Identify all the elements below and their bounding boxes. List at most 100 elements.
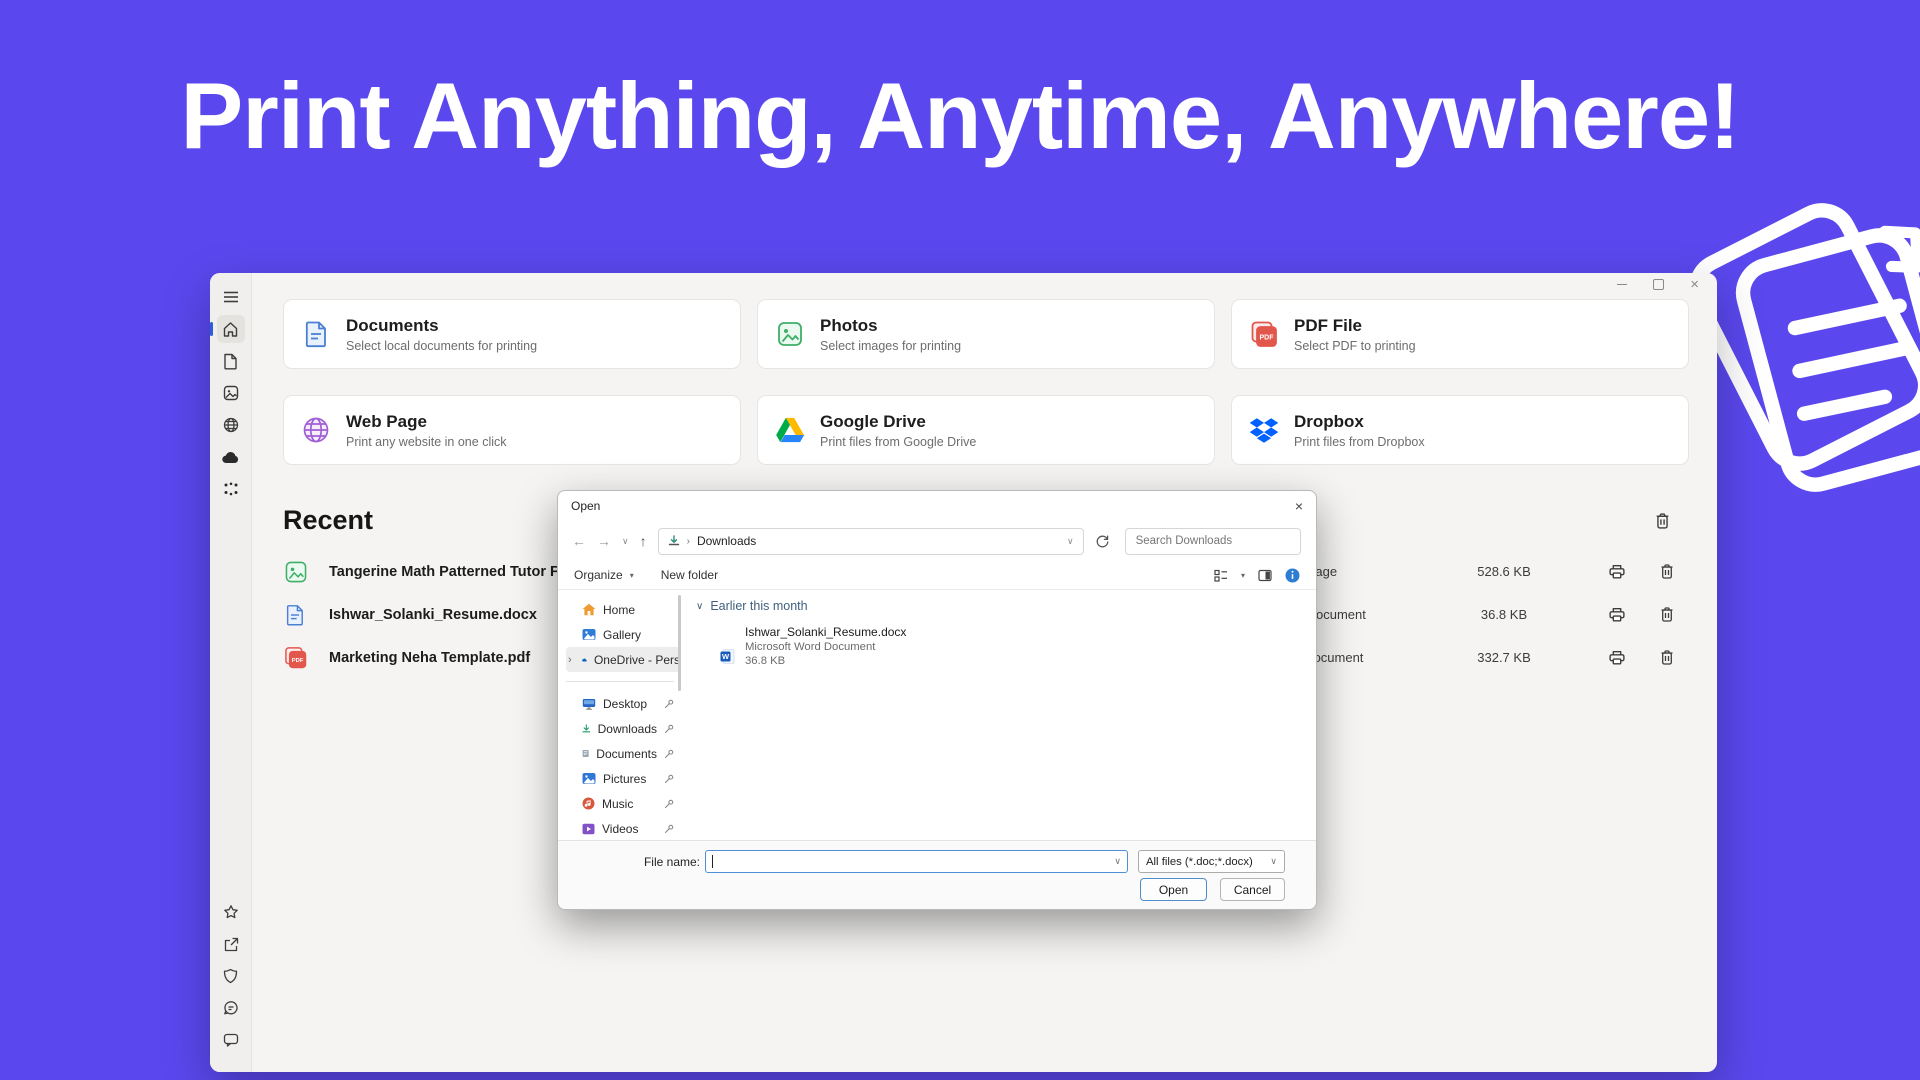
sidebar-item-home[interactable] bbox=[217, 315, 245, 343]
details-view-icon[interactable] bbox=[1214, 569, 1228, 582]
filename-input[interactable]: ∨ bbox=[705, 850, 1128, 873]
open-file-dialog: Open × ← → ∨ ↑ › Downloads ∨ Organize ▾ … bbox=[557, 490, 1317, 910]
print-button[interactable] bbox=[1589, 606, 1645, 623]
card-photos[interactable]: Photos Select images for printing bbox=[757, 299, 1215, 369]
collapse-icon[interactable]: ∨ bbox=[696, 601, 703, 612]
close-icon[interactable]: × bbox=[1295, 498, 1303, 514]
sidebar-item-share[interactable] bbox=[217, 930, 245, 958]
card-dropbox[interactable]: Dropbox Print files from Dropbox bbox=[1231, 395, 1689, 465]
pin-icon bbox=[664, 824, 674, 834]
star-icon bbox=[223, 904, 239, 920]
delete-button[interactable] bbox=[1645, 563, 1689, 580]
print-button[interactable] bbox=[1589, 563, 1645, 580]
sidebar-item-favorites[interactable] bbox=[217, 898, 245, 926]
dialog-file-list: ∨ Earlier this month W Ishwar_Solanki_Re… bbox=[680, 589, 1316, 841]
nav-item-desktop[interactable]: Desktop bbox=[566, 691, 680, 716]
hero-title: Print Anything, Anytime, Anywhere! bbox=[0, 62, 1920, 170]
dropbox-icon bbox=[1249, 415, 1279, 445]
nav-item-label: Music bbox=[602, 797, 633, 811]
filetype-value: All files (*.doc;*.docx) bbox=[1146, 856, 1253, 868]
nav-item-pictures[interactable]: Pictures bbox=[566, 766, 680, 791]
printer-icon bbox=[1608, 606, 1626, 623]
card-web-page[interactable]: Web Page Print any website in one click bbox=[283, 395, 741, 465]
card-google-drive[interactable]: Google Drive Print files from Google Dri… bbox=[757, 395, 1215, 465]
svg-text:PDF: PDF bbox=[1260, 335, 1275, 342]
organize-button[interactable]: Organize bbox=[574, 568, 623, 582]
filetype-select[interactable]: All files (*.doc;*.docx) ∨ bbox=[1138, 850, 1285, 873]
view-caret-icon[interactable]: ▾ bbox=[1241, 571, 1245, 580]
documents-folder-icon bbox=[582, 747, 589, 760]
feedback-chat-icon bbox=[223, 1000, 239, 1016]
home-folder-icon bbox=[582, 603, 596, 616]
dialog-footer: File name: ∨ All files (*.doc;*.docx) ∨ … bbox=[558, 840, 1316, 909]
breadcrumb-separator: › bbox=[687, 536, 690, 547]
filetype-caret-icon: ∨ bbox=[1270, 856, 1277, 867]
back-icon[interactable]: ← bbox=[572, 533, 586, 549]
address-dropdown-icon[interactable]: ∨ bbox=[1067, 536, 1074, 547]
preview-pane-icon[interactable] bbox=[1258, 569, 1272, 582]
sidebar-item-photos[interactable] bbox=[217, 379, 245, 407]
nav-item-label: Pictures bbox=[603, 772, 646, 786]
dialog-titlebar[interactable]: Open × bbox=[558, 491, 1316, 521]
nav-item-music[interactable]: Music bbox=[566, 791, 680, 816]
new-folder-button[interactable]: New folder bbox=[661, 568, 718, 582]
nav-item-gallery[interactable]: Gallery bbox=[566, 622, 680, 647]
word-doc-icon: W bbox=[720, 649, 735, 664]
close-icon[interactable]: × bbox=[1690, 280, 1699, 290]
photo-icon bbox=[775, 319, 805, 349]
nav-item-home[interactable]: Home bbox=[566, 597, 680, 622]
minimize-icon[interactable] bbox=[1617, 284, 1627, 286]
nav-item-downloads[interactable]: Downloads bbox=[566, 716, 680, 741]
nav-item-label: Videos bbox=[602, 822, 638, 836]
breadcrumb-location[interactable]: Downloads bbox=[697, 534, 756, 548]
nav-item-videos[interactable]: Videos bbox=[566, 816, 680, 841]
delete-button[interactable] bbox=[1645, 606, 1689, 623]
sidebar-item-feedback[interactable] bbox=[217, 994, 245, 1022]
expander-icon[interactable]: › bbox=[568, 654, 572, 666]
card-title: Google Drive bbox=[820, 412, 976, 432]
search-box[interactable] bbox=[1125, 528, 1301, 555]
clear-all-button[interactable] bbox=[1649, 508, 1675, 534]
file-entry-size: 36.8 KB bbox=[745, 655, 1316, 667]
window-controls: × bbox=[1617, 279, 1699, 290]
card-pdf-file[interactable]: PDF PDF File Select PDF to printing bbox=[1231, 299, 1689, 369]
up-icon[interactable]: ↑ bbox=[640, 533, 647, 549]
card-title: PDF File bbox=[1294, 316, 1416, 336]
print-button[interactable] bbox=[1589, 649, 1645, 666]
sidebar-item-cloud-services[interactable] bbox=[217, 475, 245, 503]
nav-item-label: Documents bbox=[596, 747, 657, 761]
file-entry[interactable]: W Ishwar_Solanki_Resume.docx Microsoft W… bbox=[720, 625, 1316, 667]
app-sidebar bbox=[210, 273, 252, 1072]
pdf-icon: PDF bbox=[1249, 319, 1279, 349]
delete-button[interactable] bbox=[1645, 649, 1689, 666]
menu-button[interactable] bbox=[217, 283, 245, 311]
file-group-header[interactable]: ∨ Earlier this month bbox=[696, 599, 1316, 613]
info-icon[interactable] bbox=[1285, 568, 1300, 583]
open-button[interactable]: Open bbox=[1140, 878, 1207, 901]
downloads-location-icon bbox=[668, 535, 680, 547]
refresh-icon[interactable] bbox=[1095, 534, 1110, 549]
card-subtitle: Print files from Dropbox bbox=[1294, 435, 1425, 449]
maximize-icon[interactable] bbox=[1653, 279, 1664, 290]
recent-locations-icon[interactable]: ∨ bbox=[622, 536, 629, 547]
sidebar-item-privacy[interactable] bbox=[217, 962, 245, 990]
open-button-label: Open bbox=[1159, 883, 1188, 897]
cancel-button[interactable]: Cancel bbox=[1220, 878, 1285, 901]
file-size: 332.7 KB bbox=[1419, 650, 1589, 665]
message-icon bbox=[223, 1033, 239, 1047]
filename-dropdown-icon[interactable]: ∨ bbox=[1114, 856, 1121, 867]
sidebar-item-documents[interactable] bbox=[217, 347, 245, 375]
sidebar-item-support[interactable] bbox=[217, 1026, 245, 1054]
nav-item-label: Downloads bbox=[598, 722, 657, 736]
search-input[interactable] bbox=[1134, 534, 1292, 548]
sidebar-item-google-drive[interactable] bbox=[217, 443, 245, 471]
card-documents[interactable]: Documents Select local documents for pri… bbox=[283, 299, 741, 369]
nav-item-onedrive[interactable]: › OneDrive - Pers bbox=[566, 647, 680, 672]
desktop-icon bbox=[582, 698, 596, 710]
sidebar-item-webpage[interactable] bbox=[217, 411, 245, 439]
filename-label: File name: bbox=[608, 855, 700, 869]
forward-icon[interactable]: → bbox=[597, 533, 611, 549]
address-bar[interactable]: › Downloads ∨ bbox=[658, 528, 1084, 555]
view-controls: ▾ bbox=[1214, 568, 1300, 583]
nav-item-documents[interactable]: Documents bbox=[566, 741, 680, 766]
